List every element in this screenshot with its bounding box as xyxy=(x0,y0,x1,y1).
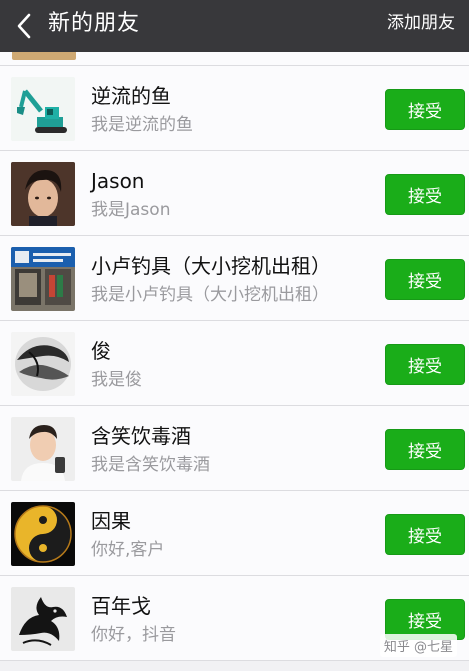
avatar-portrait xyxy=(11,162,75,226)
request-message: 我是俊 xyxy=(91,370,142,390)
avatar xyxy=(12,52,76,60)
friend-name: 小卢钓具（大小挖机出租） xyxy=(91,254,331,278)
list-item[interactable]: Jason 我是Jason 接受 xyxy=(0,151,469,236)
friend-name: 逆流的鱼 xyxy=(91,84,171,108)
avatar-shopfront xyxy=(11,247,75,311)
accept-button[interactable]: 接受 xyxy=(385,514,465,555)
accept-button[interactable]: 接受 xyxy=(385,174,465,215)
top-bar: 新的朋友 添加朋友 xyxy=(0,0,469,52)
page-title: 新的朋友 xyxy=(48,11,141,36)
friend-name: 因果 xyxy=(91,509,131,533)
request-message: 我是逆流的鱼 xyxy=(91,115,193,135)
avatar-excavator xyxy=(11,77,75,141)
watermark: 知乎 @七星 xyxy=(379,634,457,657)
partial-list-item xyxy=(0,52,469,66)
list-item[interactable]: 俊 我是俊 接受 xyxy=(0,321,469,406)
avatar-selfie xyxy=(11,417,75,481)
accept-button[interactable]: 接受 xyxy=(385,429,465,470)
chevron-left-icon xyxy=(17,13,31,39)
friend-name: 俊 xyxy=(91,339,111,363)
back-button[interactable] xyxy=(8,4,40,48)
avatar-ink-art xyxy=(11,332,75,396)
avatar-yin-yang xyxy=(11,502,75,566)
add-friend-button[interactable]: 添加朋友 xyxy=(387,10,455,36)
accept-button[interactable]: 接受 xyxy=(385,344,465,385)
request-message: 我是小卢钓具（大小挖机出租） xyxy=(91,285,329,305)
friend-name: 含笑饮毒酒 xyxy=(91,424,191,448)
request-message: 我是Jason xyxy=(91,200,171,220)
accept-button[interactable]: 接受 xyxy=(385,89,465,130)
request-message: 你好，抖音 xyxy=(91,625,176,645)
avatar-dragon xyxy=(11,587,75,651)
list-item[interactable]: 含笑饮毒酒 我是含笑饮毒酒 接受 xyxy=(0,406,469,491)
list-item[interactable]: 小卢钓具（大小挖机出租） 我是小卢钓具（大小挖机出租） 接受 xyxy=(0,236,469,321)
friend-name: Jason xyxy=(91,169,145,193)
request-message: 你好,客户 xyxy=(91,540,165,560)
request-message: 我是含笑饮毒酒 xyxy=(91,455,210,475)
friend-name: 百年戈 xyxy=(91,594,151,618)
list-item[interactable]: 因果 你好,客户 接受 xyxy=(0,491,469,576)
friend-request-list: 逆流的鱼 我是逆流的鱼 接受 Jason 我是Jason 接受 小卢钓具（大小挖… xyxy=(0,52,469,671)
list-item[interactable]: 逆流的鱼 我是逆流的鱼 接受 xyxy=(0,66,469,151)
accept-button[interactable]: 接受 xyxy=(385,259,465,300)
